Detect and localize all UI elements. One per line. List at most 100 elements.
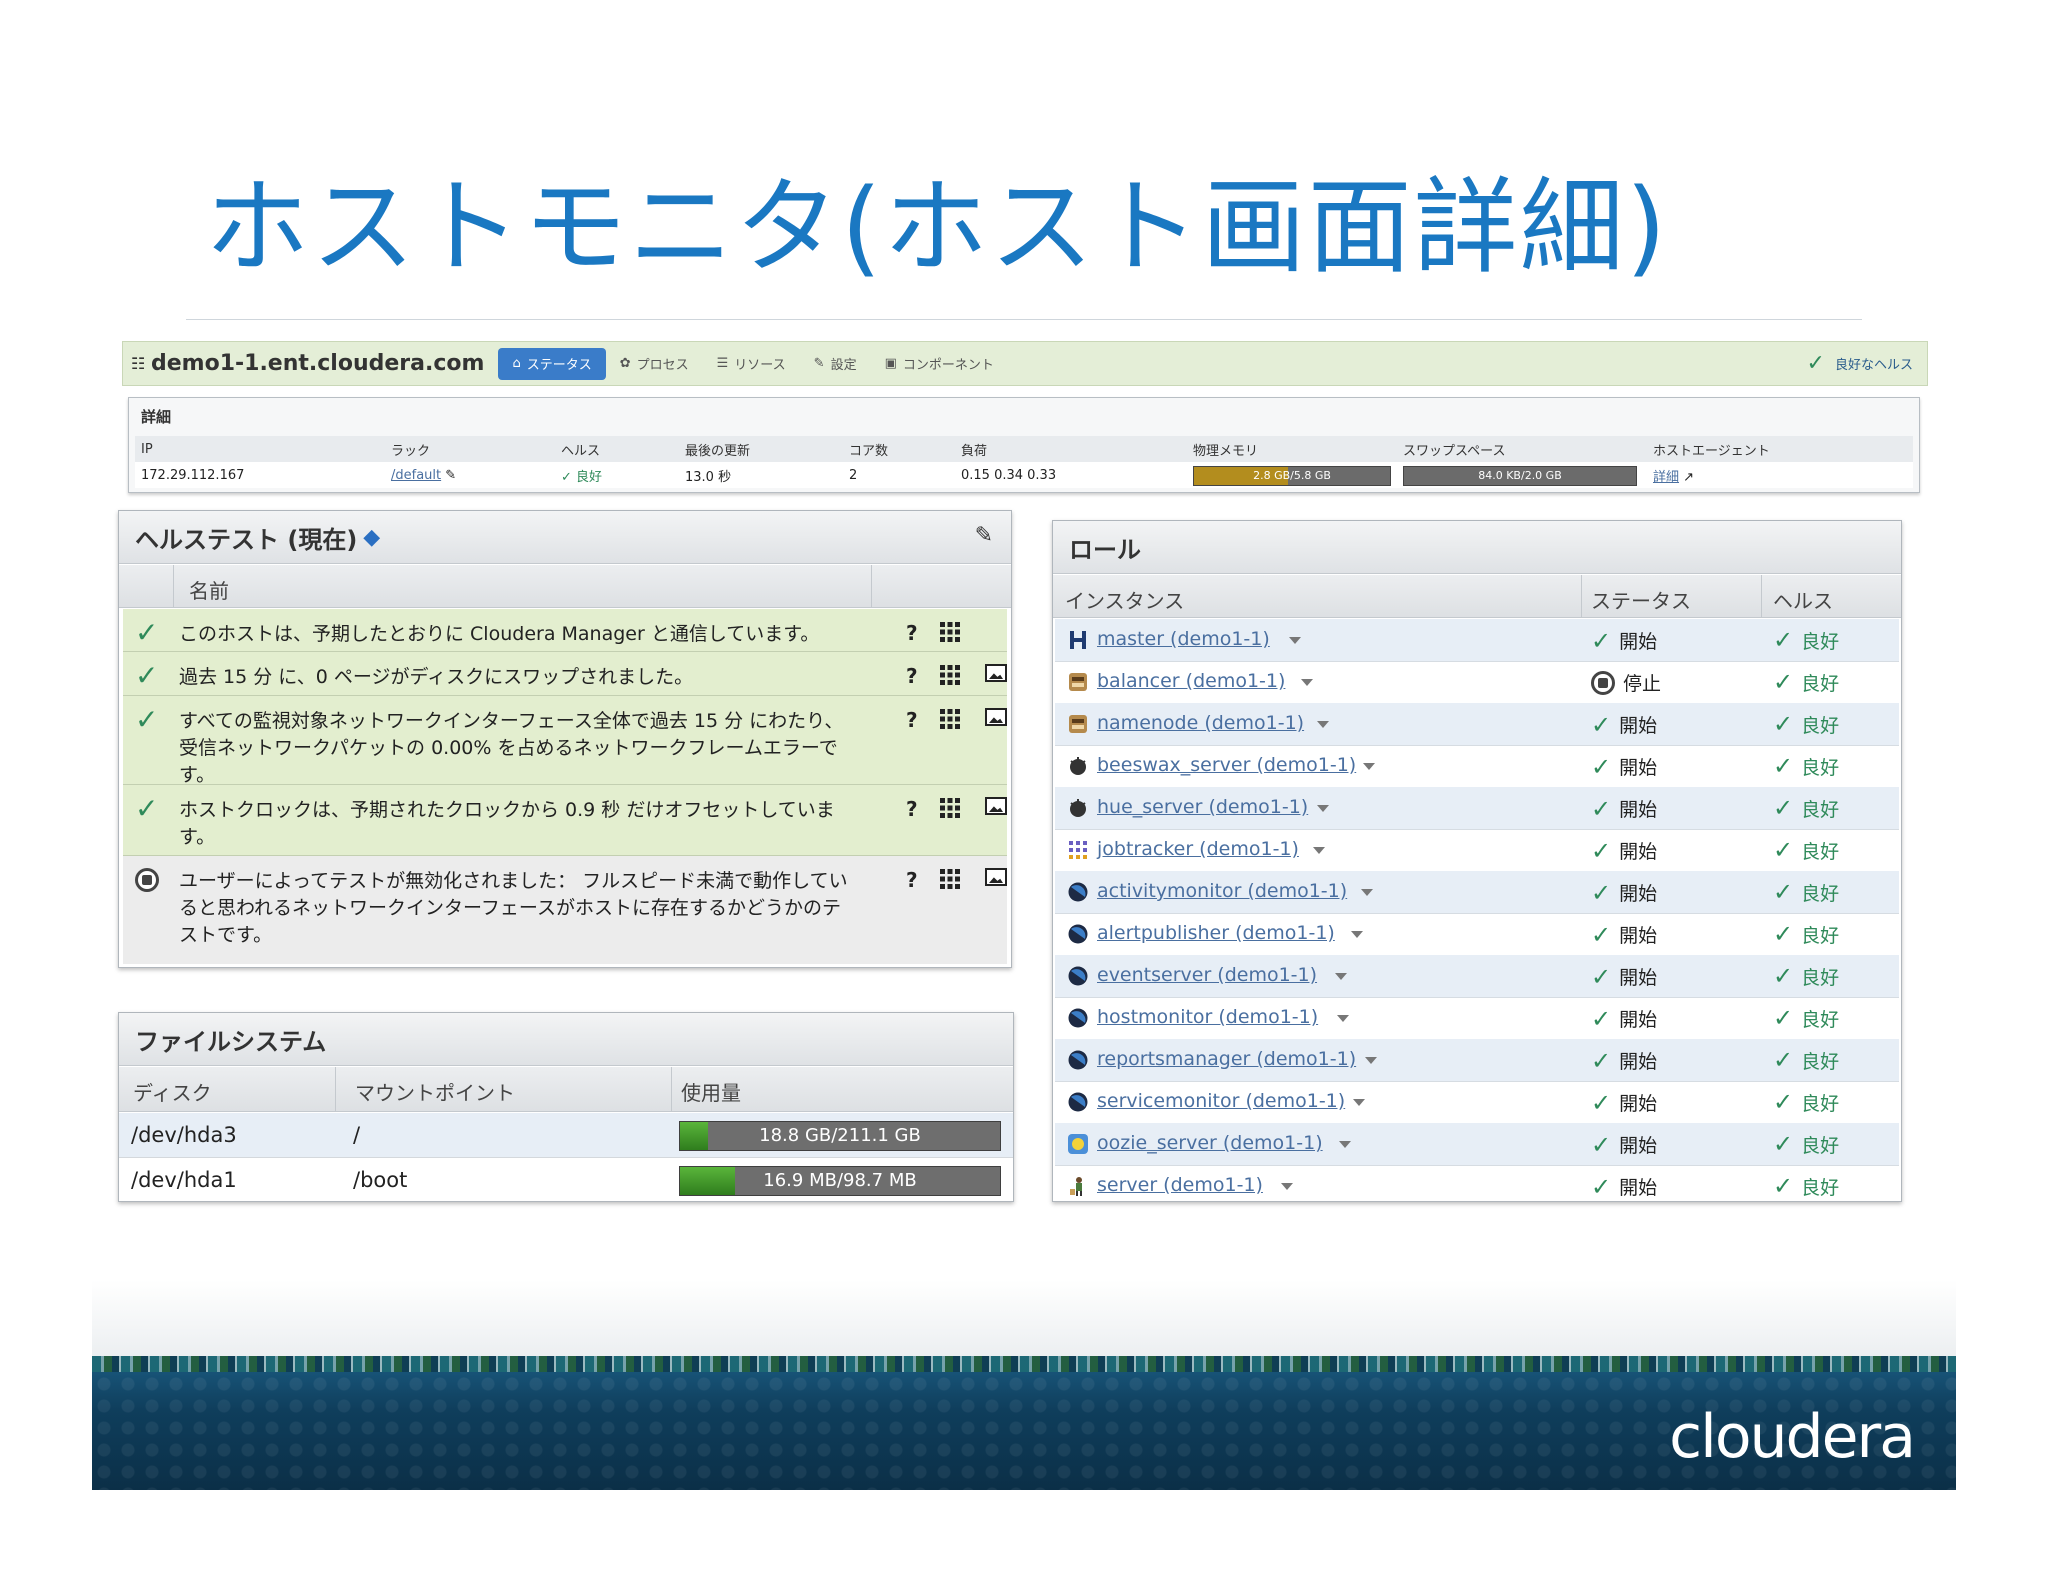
col-mount: マウントポイント [355, 1081, 515, 1105]
edit-icon[interactable]: ✎ [975, 523, 993, 548]
chevron-down-icon[interactable] [1365, 1057, 1377, 1064]
tab-resources[interactable]: ☰ リソース [703, 348, 800, 380]
roles-column-header: インスタンス ステータス ヘルス [1053, 575, 1901, 618]
grid-icon[interactable] [939, 664, 961, 686]
grid-icon[interactable] [939, 868, 961, 890]
role-instance-link[interactable]: eventserver (demo1-1) [1097, 964, 1317, 986]
role-instance-link[interactable]: namenode (demo1-1) [1097, 712, 1304, 734]
chevron-down-icon[interactable] [1361, 889, 1373, 896]
chart-image-icon[interactable] [985, 868, 1007, 886]
chevron-down-icon[interactable] [1339, 1141, 1351, 1148]
chevron-down-icon[interactable] [1337, 1015, 1349, 1022]
host-health-status[interactable]: ✓ 良好なヘルス [1807, 351, 1927, 376]
role-row: eventserver (demo1-1) ✓ 開始 ✓ 良好 [1055, 955, 1899, 998]
role-instance-link[interactable]: alertpublisher (demo1-1) [1097, 922, 1335, 944]
edit-icon[interactable]: ✎ [445, 468, 456, 483]
grid-icon[interactable] [939, 708, 961, 730]
memory-usage-label: 2.8 GB/5.8 GB [1253, 469, 1331, 482]
role-status-text: 開始 [1619, 799, 1658, 821]
health-test-text: 過去 15 分 に、0 ページがディスクにスワップされました。 [179, 666, 694, 688]
col-load: 負荷 [961, 443, 988, 459]
role-health-text: 良好 [1801, 925, 1840, 947]
role-status-text: 停止 [1623, 673, 1662, 695]
role-instance-link[interactable]: balancer (demo1-1) [1097, 670, 1285, 692]
role-instance-link[interactable]: beeswax_server (demo1-1) [1097, 754, 1356, 776]
check-icon: ✓ [1773, 1088, 1794, 1116]
chevron-down-icon[interactable] [1301, 679, 1313, 686]
role-instance-link[interactable]: hue_server (demo1-1) [1097, 796, 1308, 818]
column-divider [335, 1067, 336, 1111]
role-instance-link[interactable]: hostmonitor (demo1-1) [1097, 1006, 1318, 1028]
help-icon[interactable]: ? [906, 868, 918, 892]
chart-image-icon[interactable] [985, 797, 1007, 815]
health-test-row: ✓ このホストは、予期したとおりに Cloudera Manager と通信して… [123, 609, 1007, 652]
role-instance-link[interactable]: master (demo1-1) [1097, 628, 1270, 650]
help-icon[interactable]: ? [906, 797, 918, 821]
role-instance-link[interactable]: servicemonitor (demo1-1) [1097, 1090, 1345, 1112]
role-instance-link[interactable]: reportsmanager (demo1-1) [1097, 1048, 1356, 1070]
check-icon: ✓ [135, 616, 159, 649]
help-icon[interactable]: ? [906, 708, 918, 732]
usage-label: 16.9 MB/98.7 MB [763, 1170, 917, 1191]
role-instance-link[interactable]: oozie_server (demo1-1) [1097, 1132, 1323, 1154]
role-health-text: 良好 [1801, 1009, 1840, 1031]
mapreduce-icon [1067, 839, 1089, 861]
chevron-down-icon[interactable] [1335, 973, 1347, 980]
tab-processes[interactable]: ✿ プロセス [606, 348, 703, 380]
agent-details-link[interactable]: 詳細 [1653, 470, 1679, 485]
role-health: ✓ 良好 [1773, 879, 1839, 906]
tab-status[interactable]: ⌂ ステータス [498, 347, 606, 380]
stop-icon [1591, 670, 1615, 695]
check-icon: ✓ [1773, 794, 1794, 822]
chevron-down-icon[interactable] [1363, 763, 1375, 770]
chevron-down-icon[interactable] [1353, 1099, 1365, 1106]
role-status: ✓ 開始 [1591, 711, 1657, 738]
edit-icon: ✎ [813, 356, 825, 371]
role-status-text: 開始 [1619, 883, 1658, 905]
tab-settings[interactable]: ✎ 設定 [800, 348, 871, 380]
chart-image-icon[interactable] [985, 664, 1007, 682]
chevron-down-icon[interactable] [1281, 1183, 1293, 1190]
role-instance-link[interactable]: activitymonitor (demo1-1) [1097, 880, 1347, 902]
check-icon: ✓ [1773, 962, 1794, 990]
role-row: alertpublisher (demo1-1) ✓ 開始 ✓ 良好 [1055, 913, 1899, 956]
health-test-text: ホストクロックは、予期されたクロックから 0.9 秒 だけオフセットしています。 [179, 799, 835, 848]
actions-column [871, 565, 872, 607]
tab-components[interactable]: ▣ コンポーネント [871, 348, 1008, 380]
last-update-value: 13.0 秒 [685, 469, 732, 485]
monitor-icon [1067, 1007, 1089, 1029]
col-agent: ホストエージェント [1653, 443, 1770, 459]
diamond-icon[interactable]: ◆ [363, 525, 380, 550]
help-icon[interactable]: ? [906, 664, 918, 688]
chevron-down-icon[interactable] [1351, 931, 1363, 938]
details-panel: 詳細 IP ラック ヘルス 最後の更新 コア数 負荷 物理メモリ スワップスペー… [128, 397, 1920, 493]
chart-image-icon[interactable] [985, 708, 1007, 726]
chevron-down-icon[interactable] [1289, 637, 1301, 644]
role-health: ✓ 良好 [1773, 963, 1839, 990]
chevron-down-icon[interactable] [1317, 805, 1329, 812]
roles-header: ロール [1053, 521, 1901, 574]
chevron-down-icon[interactable] [1313, 847, 1325, 854]
check-icon: ✓ [1773, 1172, 1794, 1200]
role-instance-link[interactable]: server (demo1-1) [1097, 1174, 1263, 1196]
load-value: 0.15 0.34 0.33 [961, 467, 1057, 483]
role-instance-link[interactable]: jobtracker (demo1-1) [1097, 838, 1299, 860]
grid-icon[interactable] [939, 797, 961, 819]
role-health-text: 良好 [1801, 841, 1840, 863]
role-status: ✓ 開始 [1591, 1089, 1657, 1116]
rack-link[interactable]: /default [391, 468, 441, 483]
health-test-row: ✓ 過去 15 分 に、0 ページがディスクにスワップされました。 ? [123, 652, 1007, 696]
host-name[interactable]: demo1-1.ent.cloudera.com [151, 351, 484, 376]
filesystem-panel: ファイルシステム ディスク マウントポイント 使用量 /dev/hda3 / 1… [118, 1012, 1014, 1202]
details-header-row: IP ラック ヘルス 最後の更新 コア数 負荷 物理メモリ スワップスペース ホ… [135, 436, 1913, 462]
grid-icon[interactable] [939, 621, 961, 643]
agent-details[interactable]: 詳細 ↗ [1653, 466, 1694, 485]
external-link-icon[interactable]: ↗ [1683, 470, 1694, 485]
rack-value[interactable]: /default ✎ [391, 468, 456, 483]
role-health: ✓ 良好 [1773, 1005, 1839, 1032]
role-health-text: 良好 [1801, 883, 1840, 905]
help-icon[interactable]: ? [906, 621, 918, 645]
usage-bar: 16.9 MB/98.7 MB [679, 1166, 1001, 1196]
role-status: ✓ 開始 [1591, 1173, 1657, 1200]
chevron-down-icon[interactable] [1317, 721, 1329, 728]
